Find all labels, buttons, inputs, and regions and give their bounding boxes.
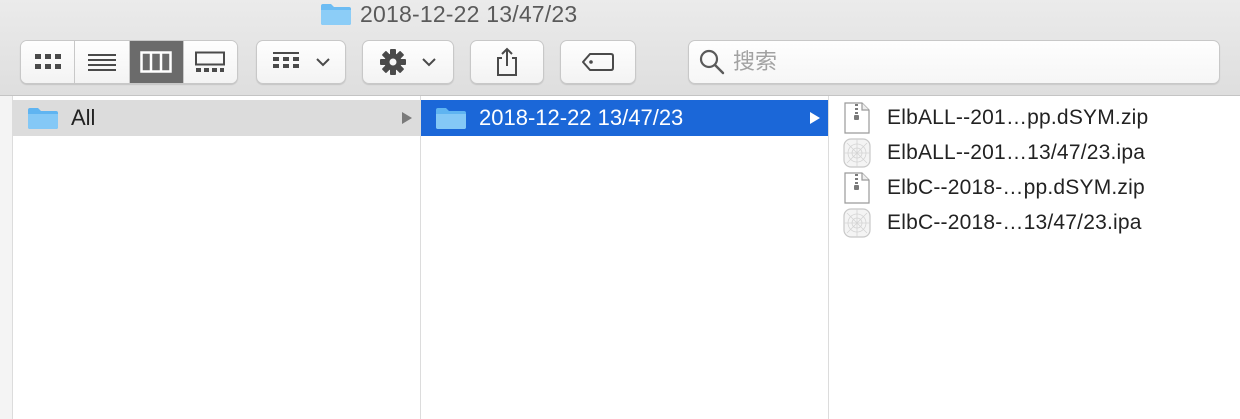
folder-icon (321, 4, 351, 25)
columns-icon (140, 51, 172, 73)
ipa-file-icon (843, 138, 871, 168)
action-button[interactable] (362, 40, 454, 84)
list-item-file[interactable]: ElbC--2018-…pp.dSYM.zip (829, 171, 1240, 205)
item-label: All (71, 105, 96, 130)
list-item-file[interactable]: ElbALL--201…13/47/23.ipa (829, 136, 1240, 170)
group-grid-icon (273, 52, 299, 68)
disclosure-arrow-icon (402, 112, 412, 124)
tag-icon (582, 53, 614, 71)
item-label: ElbALL--201…13/47/23.ipa (887, 141, 1146, 164)
item-label: ElbC--2018-…13/47/23.ipa (887, 211, 1142, 234)
gallery-view-button[interactable] (183, 41, 237, 83)
item-label: ElbALL--201…pp.dSYM.zip (887, 106, 1149, 129)
search-input[interactable] (733, 49, 1193, 75)
window-title-text: 2018-12-22 13/47/23 (360, 0, 578, 27)
item-label: ElbC--2018-…pp.dSYM.zip (887, 176, 1145, 199)
share-icon (497, 47, 517, 76)
list-item-all[interactable]: All (13, 100, 420, 136)
icon-view-button[interactable] (21, 41, 76, 83)
list-icon (87, 54, 116, 71)
ipa-file-icon (843, 208, 871, 238)
tag-button[interactable] (560, 40, 636, 84)
list-item-file[interactable]: ElbC--2018-…13/47/23.ipa (829, 206, 1240, 240)
list-item-folder[interactable]: 2018-12-22 13/47/23 (421, 100, 828, 136)
column-view-button[interactable] (129, 41, 184, 83)
zip-file-icon (844, 172, 870, 204)
toolbar: 2018-12-22 13/47/23 (0, 0, 1240, 96)
search-field[interactable] (688, 40, 1220, 84)
list-view-button[interactable] (75, 41, 130, 83)
list-item-file[interactable]: ElbALL--201…pp.dSYM.zip (829, 101, 1240, 135)
view-mode-control (20, 40, 238, 84)
folder-icon (436, 108, 466, 129)
share-button[interactable] (470, 40, 544, 84)
gear-icon (380, 49, 406, 75)
column-2[interactable]: 2018-12-22 13/47/23 (420, 96, 828, 419)
item-label: 2018-12-22 13/47/23 (479, 105, 684, 130)
disclosure-arrow-icon (810, 112, 820, 124)
search-icon (699, 49, 725, 75)
gallery-icon (195, 51, 226, 72)
chevron-down-icon (316, 58, 330, 67)
column-3[interactable]: ElbALL--201…pp.dSYM.zip ElbALL--201…13/4… (828, 96, 1240, 419)
column-browser: All 2018-12-22 13/47/23 ElbALL--201…pp.d… (0, 96, 1240, 419)
group-by-button[interactable] (256, 40, 346, 84)
sidebar-edge (0, 96, 12, 419)
column-1[interactable]: All (12, 96, 420, 419)
folder-icon (28, 108, 58, 129)
grid-icon (34, 54, 61, 69)
zip-file-icon (844, 102, 870, 134)
chevron-down-icon (422, 58, 436, 67)
window-title: 2018-12-22 13/47/23 (320, 0, 577, 28)
